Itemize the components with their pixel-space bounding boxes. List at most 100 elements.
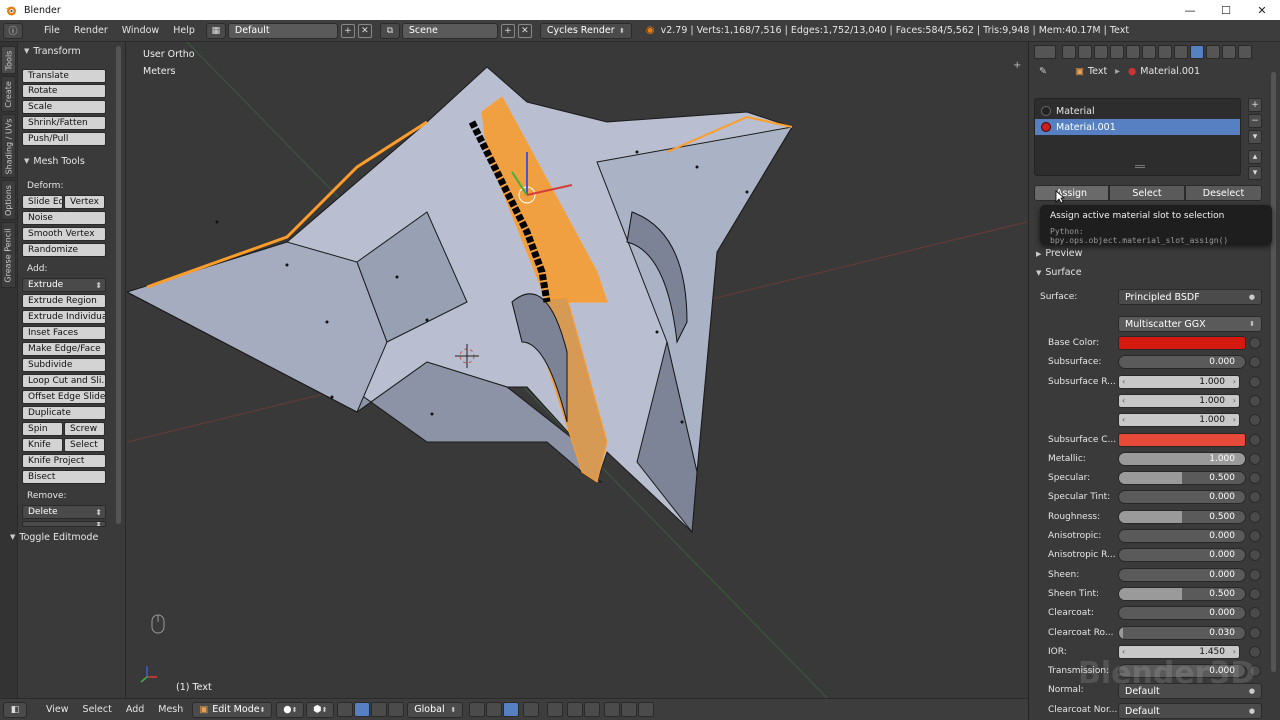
slide-edge-button[interactable]: Slide Ed bbox=[22, 195, 63, 209]
editor-type-properties-icon[interactable] bbox=[1034, 45, 1056, 59]
editor-type-info-icon[interactable]: ⓘ bbox=[3, 22, 23, 39]
delete-dropdown[interactable]: Delete bbox=[22, 505, 106, 519]
edge-select-icon[interactable] bbox=[486, 702, 503, 717]
number-field[interactable]: ‹ 1.000 › bbox=[1118, 375, 1240, 389]
transform-orientation-dropdown[interactable]: Global ⬍ bbox=[407, 701, 464, 718]
tab-shading-uvs[interactable]: Shading / UVs bbox=[1, 114, 16, 178]
value-slider[interactable]: 0.500 bbox=[1118, 471, 1246, 485]
assign-button[interactable]: Assign bbox=[1034, 185, 1109, 201]
material-slot-selected[interactable]: Material.001 bbox=[1035, 119, 1240, 135]
overlay-icon[interactable] bbox=[638, 702, 655, 717]
translate-manipulator-icon[interactable] bbox=[354, 702, 371, 717]
snap-element-icon[interactable] bbox=[584, 702, 601, 717]
tab-grease-pencil[interactable]: Grease Pencil bbox=[1, 222, 16, 288]
surface-shader-dropdown[interactable]: Principled BSDF ● bbox=[1118, 289, 1262, 305]
value-slider[interactable]: 0.000 bbox=[1118, 606, 1246, 620]
slot-specials-icon[interactable]: ▾ bbox=[1248, 130, 1262, 144]
limit-selection-icon[interactable] bbox=[523, 702, 540, 717]
manipulator-toggle-icon[interactable] bbox=[337, 702, 354, 717]
value-slider[interactable]: 0.000 bbox=[1118, 548, 1246, 562]
decrement-arrow-icon[interactable]: ‹ bbox=[1122, 377, 1125, 386]
particles-tab-icon[interactable] bbox=[1222, 45, 1236, 59]
translate-button[interactable]: Translate bbox=[22, 69, 106, 83]
preview-panel-header[interactable]: ▶ Preview bbox=[1036, 248, 1082, 259]
duplicate-button[interactable]: Duplicate bbox=[22, 406, 106, 420]
list-resize-grip-icon[interactable] bbox=[1135, 165, 1145, 168]
decrement-arrow-icon[interactable]: ‹ bbox=[1122, 415, 1125, 424]
toolshelf-scrollbar[interactable] bbox=[116, 46, 121, 524]
face-select-icon[interactable] bbox=[503, 702, 520, 717]
material-tab-icon[interactable] bbox=[1190, 45, 1204, 59]
value-slider[interactable]: 0.000 bbox=[1118, 355, 1246, 369]
push-pull-button[interactable]: Push/Pull bbox=[22, 132, 106, 146]
increment-arrow-icon[interactable]: › bbox=[1233, 396, 1236, 405]
add-layout-icon[interactable]: + bbox=[340, 23, 355, 38]
link-socket-icon[interactable] bbox=[1249, 549, 1261, 561]
world-tab-icon[interactable] bbox=[1110, 45, 1124, 59]
noise-button[interactable]: Noise bbox=[22, 211, 106, 225]
menu-window[interactable]: Window bbox=[115, 25, 166, 36]
scene-icon[interactable]: ⧉ bbox=[379, 22, 400, 39]
value-slider[interactable]: 0.000 bbox=[1118, 529, 1246, 543]
distribution-dropdown[interactable]: Multiscatter GGX ⬍ bbox=[1118, 316, 1262, 332]
modifiers-tab-icon[interactable] bbox=[1158, 45, 1172, 59]
minimize-button[interactable]: — bbox=[1172, 0, 1208, 20]
link-socket-icon[interactable] bbox=[1249, 434, 1261, 446]
link-socket-icon[interactable] bbox=[1249, 453, 1261, 465]
layout-field[interactable]: Default bbox=[227, 22, 338, 39]
opengl-render-icon[interactable] bbox=[604, 702, 621, 717]
proportional-edit-icon[interactable] bbox=[547, 702, 564, 717]
snap-toggle-icon[interactable] bbox=[567, 702, 584, 717]
extrude-individual-button[interactable]: Extrude Individual bbox=[22, 310, 106, 324]
decrement-arrow-icon[interactable]: ‹ bbox=[1122, 396, 1125, 405]
pin-icon[interactable]: ✎ bbox=[1039, 66, 1047, 77]
mode-dropdown[interactable]: ▣ Edit Mode ⬍ bbox=[192, 701, 273, 718]
offset-edge-slide-button[interactable]: Offset Edge Slide bbox=[22, 390, 106, 404]
scene-tab-icon[interactable] bbox=[1094, 45, 1108, 59]
screw-button[interactable]: Screw bbox=[64, 422, 105, 436]
color-swatch[interactable] bbox=[1118, 433, 1246, 447]
physics-tab-icon[interactable] bbox=[1238, 45, 1252, 59]
3d-viewport[interactable]: User Ortho Meters (1) Text + bbox=[127, 42, 1027, 698]
shrink-fatten-button[interactable]: Shrink/Fatten bbox=[22, 116, 106, 130]
link-socket-icon[interactable] bbox=[1249, 491, 1261, 503]
increment-arrow-icon[interactable]: › bbox=[1233, 377, 1236, 386]
value-slider[interactable]: 0.000 bbox=[1118, 568, 1246, 582]
link-socket-icon[interactable] bbox=[1249, 356, 1261, 368]
inset-faces-button[interactable]: Inset Faces bbox=[22, 326, 106, 340]
bisect-button[interactable]: Bisect bbox=[22, 470, 106, 484]
move-slot-up-icon[interactable]: ▴ bbox=[1248, 150, 1262, 164]
opengl-anim-icon[interactable] bbox=[621, 702, 638, 717]
make-edge-face-button[interactable]: Make Edge/Face bbox=[22, 342, 106, 356]
slide-vertex-button[interactable]: Vertex bbox=[64, 195, 105, 209]
link-socket-icon[interactable] bbox=[1249, 530, 1261, 542]
increment-arrow-icon[interactable]: › bbox=[1233, 415, 1236, 424]
render-layers-tab-icon[interactable] bbox=[1078, 45, 1092, 59]
decrement-arrow-icon[interactable]: ‹ bbox=[1122, 647, 1125, 656]
value-slider[interactable]: 0.000 bbox=[1118, 490, 1246, 504]
color-swatch[interactable] bbox=[1118, 336, 1246, 350]
menu-file[interactable]: File bbox=[37, 25, 67, 36]
number-field[interactable]: ‹ 1.000 › bbox=[1118, 394, 1240, 408]
tab-options[interactable]: Options bbox=[1, 180, 16, 220]
remove-slot-icon[interactable]: − bbox=[1248, 114, 1262, 128]
surface-panel-header[interactable]: ▼ Surface bbox=[1036, 267, 1082, 278]
add-slot-icon[interactable]: + bbox=[1248, 98, 1262, 112]
rotate-manipulator-icon[interactable] bbox=[371, 702, 388, 717]
link-socket-icon[interactable] bbox=[1249, 569, 1261, 581]
smooth-vertex-button[interactable]: Smooth Vertex bbox=[22, 227, 106, 241]
menu-add[interactable]: Add bbox=[119, 704, 151, 715]
input-dropdown[interactable]: Default ● bbox=[1118, 703, 1262, 719]
scale-button[interactable]: Scale bbox=[22, 100, 106, 114]
scale-manipulator-icon[interactable] bbox=[388, 702, 405, 717]
menu-mesh[interactable]: Mesh bbox=[151, 704, 190, 715]
render-engine-dropdown[interactable]: Cycles Render ⬍ bbox=[539, 22, 632, 39]
object-tab-icon[interactable] bbox=[1126, 45, 1140, 59]
add-scene-icon[interactable]: + bbox=[500, 23, 515, 38]
menu-render[interactable]: Render bbox=[67, 25, 115, 36]
scene-field[interactable]: Scene bbox=[401, 22, 498, 39]
link-socket-icon[interactable] bbox=[1249, 588, 1261, 600]
extrude-region-button[interactable]: Extrude Region bbox=[22, 294, 106, 308]
toggle-editmode-header[interactable]: ▼ Toggle Editmode bbox=[4, 529, 98, 545]
remove-layout-icon[interactable]: ✕ bbox=[357, 23, 372, 38]
